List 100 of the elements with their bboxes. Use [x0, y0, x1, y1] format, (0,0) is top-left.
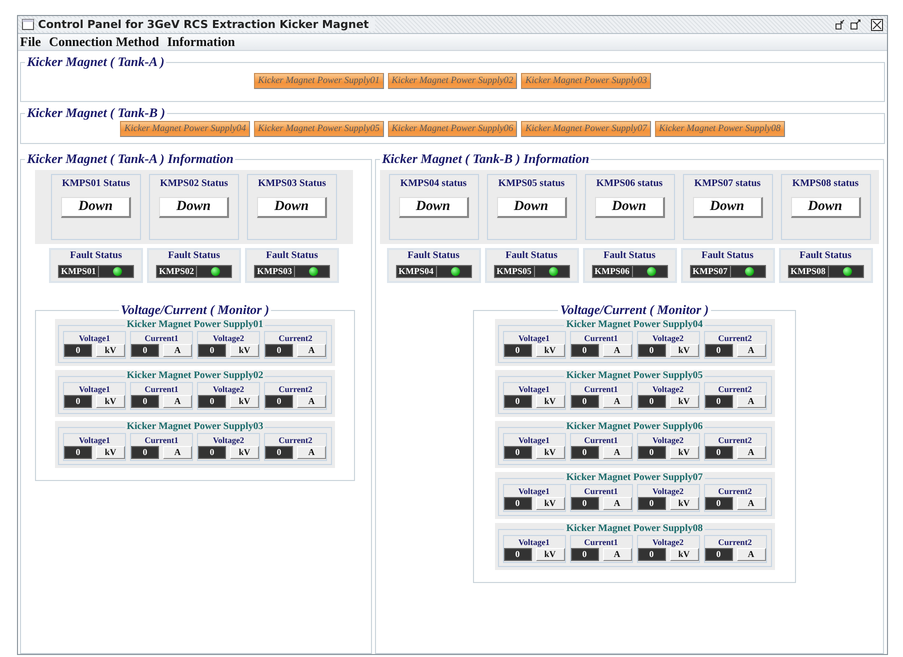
- reading-value: 0: [704, 497, 732, 510]
- reading-label: Current1: [584, 383, 618, 395]
- reading-value: 0: [570, 497, 598, 510]
- reading-label: Current2: [278, 332, 312, 344]
- unit-label: kV: [536, 344, 564, 357]
- unit-label: kV: [670, 497, 698, 510]
- reading-value: 0: [638, 395, 666, 408]
- unit-label: kV: [670, 548, 698, 561]
- reading-label: Voltage1: [518, 332, 550, 344]
- reading-label: Current2: [278, 434, 312, 446]
- indicator-label: KMPS08: [788, 266, 828, 277]
- fault-label: Fault Status: [800, 250, 852, 261]
- status-button[interactable]: Down: [159, 197, 229, 218]
- reading-value: 0: [638, 446, 666, 459]
- group-title: Kicker Magnet Power Supply01: [126, 319, 264, 331]
- reading-label: Current2: [278, 383, 312, 395]
- monitor-title: Voltage/Current ( Monitor ): [120, 303, 270, 317]
- indicator-label: KMPS02: [157, 266, 197, 277]
- group-title: Kicker Magnet Power Supply02: [126, 370, 264, 382]
- unit-label: A: [297, 344, 326, 357]
- indicator-label: KMPS04: [396, 266, 436, 277]
- reading-label: Current1: [584, 434, 618, 446]
- section-title: Kicker Magnet ( Tank-A ): [26, 55, 166, 69]
- reading-label: Current1: [584, 536, 618, 548]
- section-title: Kicker Magnet ( Tank-B ): [26, 106, 166, 120]
- reading-value: 0: [504, 548, 532, 561]
- unit-label: A: [297, 395, 326, 408]
- reading-value: 0: [504, 446, 532, 459]
- reading-label: Voltage2: [652, 434, 684, 446]
- reading-label: Voltage2: [212, 383, 244, 395]
- reading-label: Voltage1: [518, 485, 550, 497]
- maximize-icon[interactable]: [850, 19, 861, 30]
- unit-label: A: [736, 548, 766, 561]
- reading-value: 0: [704, 548, 732, 561]
- status-label: KMPS08 status: [792, 178, 859, 189]
- status-button[interactable]: Down: [790, 197, 860, 218]
- reading-value: 0: [131, 446, 159, 459]
- status-button[interactable]: Down: [692, 197, 762, 218]
- minimize-icon[interactable]: [835, 19, 846, 30]
- reading-value: 0: [638, 548, 666, 561]
- reading-value: 0: [638, 497, 666, 510]
- status-label: KMPS04 status: [400, 178, 467, 189]
- reading-label: Voltage2: [652, 332, 684, 344]
- reading-label: Voltage1: [518, 536, 550, 548]
- reading-value: 0: [638, 344, 666, 357]
- reading-value: 0: [570, 344, 598, 357]
- reading-label: Voltage1: [518, 383, 550, 395]
- reading-value: 0: [198, 446, 226, 459]
- reading-value: 0: [131, 395, 159, 408]
- status-button[interactable]: Down: [594, 197, 664, 218]
- group-title: Kicker Magnet Power Supply06: [565, 421, 704, 433]
- reading-label: Current2: [718, 536, 752, 548]
- reading-label: Voltage1: [78, 383, 110, 395]
- unit-label: A: [736, 446, 766, 459]
- reading-value: 0: [704, 344, 732, 357]
- unit-label: kV: [230, 446, 259, 459]
- fault-label: Fault Status: [168, 250, 220, 261]
- reading-value: 0: [570, 446, 598, 459]
- indicator-label: KMPS07: [690, 266, 730, 277]
- reading-value: 0: [198, 344, 226, 357]
- status-button[interactable]: Down: [496, 197, 566, 218]
- unit-label: A: [736, 395, 766, 408]
- reading-value: 0: [504, 395, 532, 408]
- reading-label: Voltage1: [518, 434, 550, 446]
- menu-item[interactable]: File: [20, 34, 41, 50]
- menu-item[interactable]: Connection Method: [48, 34, 160, 50]
- unit-label: A: [736, 344, 766, 357]
- group-title: Kicker Magnet Power Supply04: [565, 319, 704, 331]
- unit-label: kV: [96, 446, 125, 459]
- fault-label: Fault Status: [408, 250, 460, 261]
- reading-label: Voltage2: [212, 434, 244, 446]
- reading-label: Voltage2: [212, 332, 244, 344]
- unit-label: kV: [536, 548, 564, 561]
- status-button[interactable]: Down: [61, 197, 131, 218]
- indicator-label: KMPS06: [592, 266, 632, 277]
- group-title: Kicker Magnet Power Supply08: [565, 523, 704, 535]
- indicator-label: KMPS01: [59, 266, 99, 277]
- fault-label: Fault Status: [702, 250, 754, 261]
- close-icon[interactable]: [871, 18, 883, 30]
- menu-item[interactable]: Information: [167, 34, 235, 50]
- unit-label: kV: [536, 395, 564, 408]
- reading-label: Current2: [718, 383, 752, 395]
- unit-label: A: [163, 395, 192, 408]
- status-button[interactable]: Down: [398, 197, 468, 218]
- reading-label: Voltage1: [78, 332, 110, 344]
- reading-value: 0: [504, 344, 532, 357]
- reading-value: 0: [704, 446, 732, 459]
- unit-label: kV: [670, 395, 698, 408]
- reading-value: 0: [131, 344, 159, 357]
- reading-label: Current2: [718, 434, 752, 446]
- reading-value: 0: [704, 395, 732, 408]
- monitor-title: Voltage/Current ( Monitor ): [559, 303, 710, 317]
- section-title: Kicker Magnet ( Tank-B ) Information: [381, 152, 590, 166]
- reading-label: Current1: [584, 485, 618, 497]
- fault-label: Fault Status: [266, 250, 318, 261]
- reading-label: Current1: [144, 332, 178, 344]
- status-button[interactable]: Down: [257, 197, 327, 218]
- unit-label: kV: [230, 395, 259, 408]
- unit-label: kV: [670, 446, 698, 459]
- unit-label: kV: [96, 395, 125, 408]
